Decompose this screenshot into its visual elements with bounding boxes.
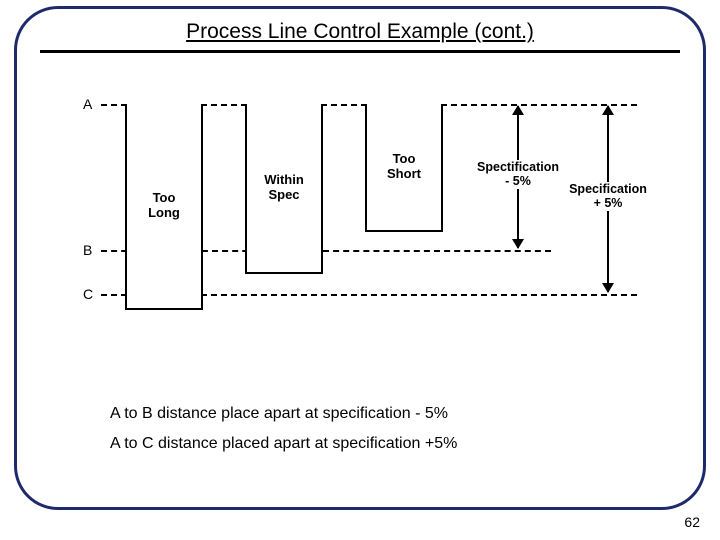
arrow-label-line: - 5% — [505, 174, 531, 188]
note-line-2: A to C distance placed apart at specific… — [110, 433, 457, 455]
bar-label-line: Short — [387, 166, 421, 181]
slide-title: Process Line Control Example (cont.) — [0, 20, 720, 44]
level-label-b: B — [83, 242, 92, 258]
bar-label-line: Long — [148, 205, 180, 220]
bar-label-too-long: Too Long — [127, 191, 201, 221]
arrow-label-ab: Spectification - 5% — [473, 160, 563, 189]
notes: A to B distance place apart at specifica… — [110, 395, 457, 464]
slide: Process Line Control Example (cont.) A B… — [0, 0, 720, 540]
page-number: 62 — [684, 514, 700, 530]
title-underline-rule — [40, 50, 680, 53]
bar-label-line: Spec — [268, 187, 299, 202]
note-line-1: A to B distance place apart at specifica… — [110, 403, 457, 425]
bar-label-within-spec: Within Spec — [247, 173, 321, 203]
bar-label-line: Within — [264, 172, 304, 187]
arrow-label-line: Specification — [569, 182, 647, 196]
bar-within-spec: Within Spec — [245, 104, 323, 274]
bar-label-line: Too — [393, 151, 416, 166]
bar-too-short: Too Short — [365, 104, 443, 232]
arrow-label-ac: Specification + 5% — [563, 182, 653, 211]
diagram: A B C Too Long Within Spec Too Short — [85, 90, 645, 330]
arrow-label-line: Spectification — [477, 160, 559, 174]
bar-too-long: Too Long — [125, 104, 203, 310]
bar-label-line: Too — [153, 190, 176, 205]
arrow-label-line: + 5% — [594, 196, 623, 210]
bar-label-too-short: Too Short — [367, 152, 441, 182]
level-label-c: C — [83, 286, 93, 302]
level-label-a: A — [83, 96, 92, 112]
